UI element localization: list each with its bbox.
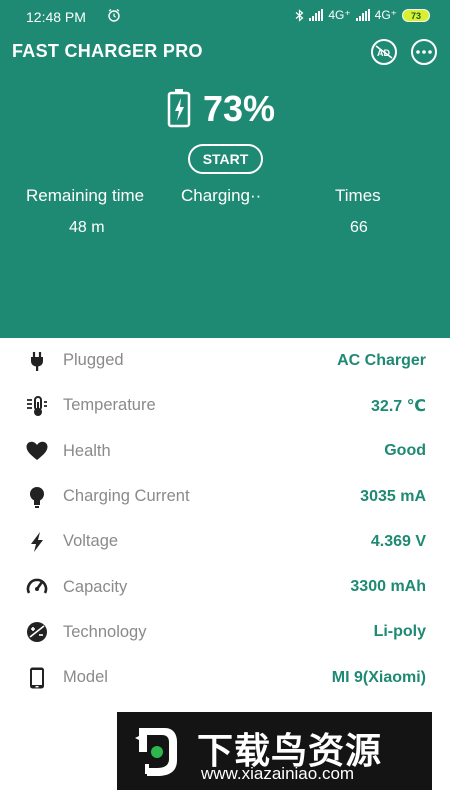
info-label-technology: Technology [63,622,147,641]
ad-off-icon[interactable]: AD [371,39,397,65]
status-indicators: 4G⁺ 4G⁺ 73 [295,8,430,22]
info-value-capacity: 3300 mAh [350,578,426,596]
bluetooth-icon [295,8,304,22]
info-value-voltage: 4.369 V [370,532,426,550]
status-battery: 73 [402,8,430,22]
info-label-plugged: Plugged [63,351,124,370]
battery-percent: 73% [203,88,276,129]
remaining-time-label: Remaining time [26,186,145,205]
info-label-temperature: Temperature [63,396,156,415]
info-label-charging-current: Charging Current [63,487,190,506]
battery-info-list: Plugged AC Charger Temperature 32.7 ℃ He… [0,338,450,700]
info-value-technology: Li-poly [373,623,426,641]
info-value-plugged: AC Charger [337,351,426,369]
header-panel: 12:48 PM 4G⁺ 4G⁺ 73 FAST CHARGER PRO AD [0,0,450,338]
more-options-icon[interactable] [411,39,437,65]
times-label: Times [335,186,381,205]
network-type-1: 4G⁺ [328,8,351,22]
svg-text:AD: AD [377,48,390,58]
more-dots-glyph [416,50,432,54]
remaining-time-value: 48 m [69,219,105,236]
info-row-plugged: Plugged AC Charger [0,338,450,383]
watermark-url: www.xiazainiao.com [201,764,355,783]
info-row-health: Health Good [0,429,450,474]
status-bar: 12:48 PM 4G⁺ 4G⁺ 73 [0,0,450,34]
info-label-voltage: Voltage [63,532,119,551]
phone-icon [30,667,44,689]
heart-icon [26,442,48,461]
watermark-banner: 下载鸟资源 www.xiazainiao.com [117,712,432,790]
times-value: 66 [350,219,368,236]
alarm-icon [108,8,120,22]
charging-label: Charging·· [181,186,262,205]
signal-icon [355,9,370,21]
start-button[interactable]: START [188,144,263,174]
ad-off-glyph: AD [375,45,393,59]
info-row-technology: Technology Li-poly [0,610,450,655]
info-value-charging-current: 3035 mA [360,487,426,505]
plug-icon [31,351,43,371]
info-value-model: MI 9(Xiaomi) [331,668,426,686]
info-label-health: Health [63,441,111,460]
bulb-icon [30,486,44,508]
info-label-capacity: Capacity [63,577,128,596]
lightning-icon [31,531,43,552]
info-value-health: Good [384,442,426,460]
info-row-capacity: Capacity 3300 mAh [0,564,450,609]
info-row-temperature: Temperature 32.7 ℃ [0,383,450,428]
info-value-temperature: 32.7 ℃ [371,397,426,415]
info-row-voltage: Voltage 4.369 V [0,519,450,564]
info-label-model: Model [63,668,108,687]
signal-icon [309,9,324,21]
gauge-icon [26,578,48,594]
bird-logo-icon [129,722,185,780]
info-row-charging-current: Charging Current 3035 mA [0,474,450,519]
technology-icon [27,622,47,643]
thermometer-icon [27,395,47,416]
info-row-model: Model MI 9(Xiaomi) [0,655,450,700]
network-type-2: 4G⁺ [374,8,397,22]
charging-battery-icon [167,89,191,128]
app-title: FAST CHARGER PRO [12,41,203,61]
status-time: 12:48 PM [26,9,86,25]
